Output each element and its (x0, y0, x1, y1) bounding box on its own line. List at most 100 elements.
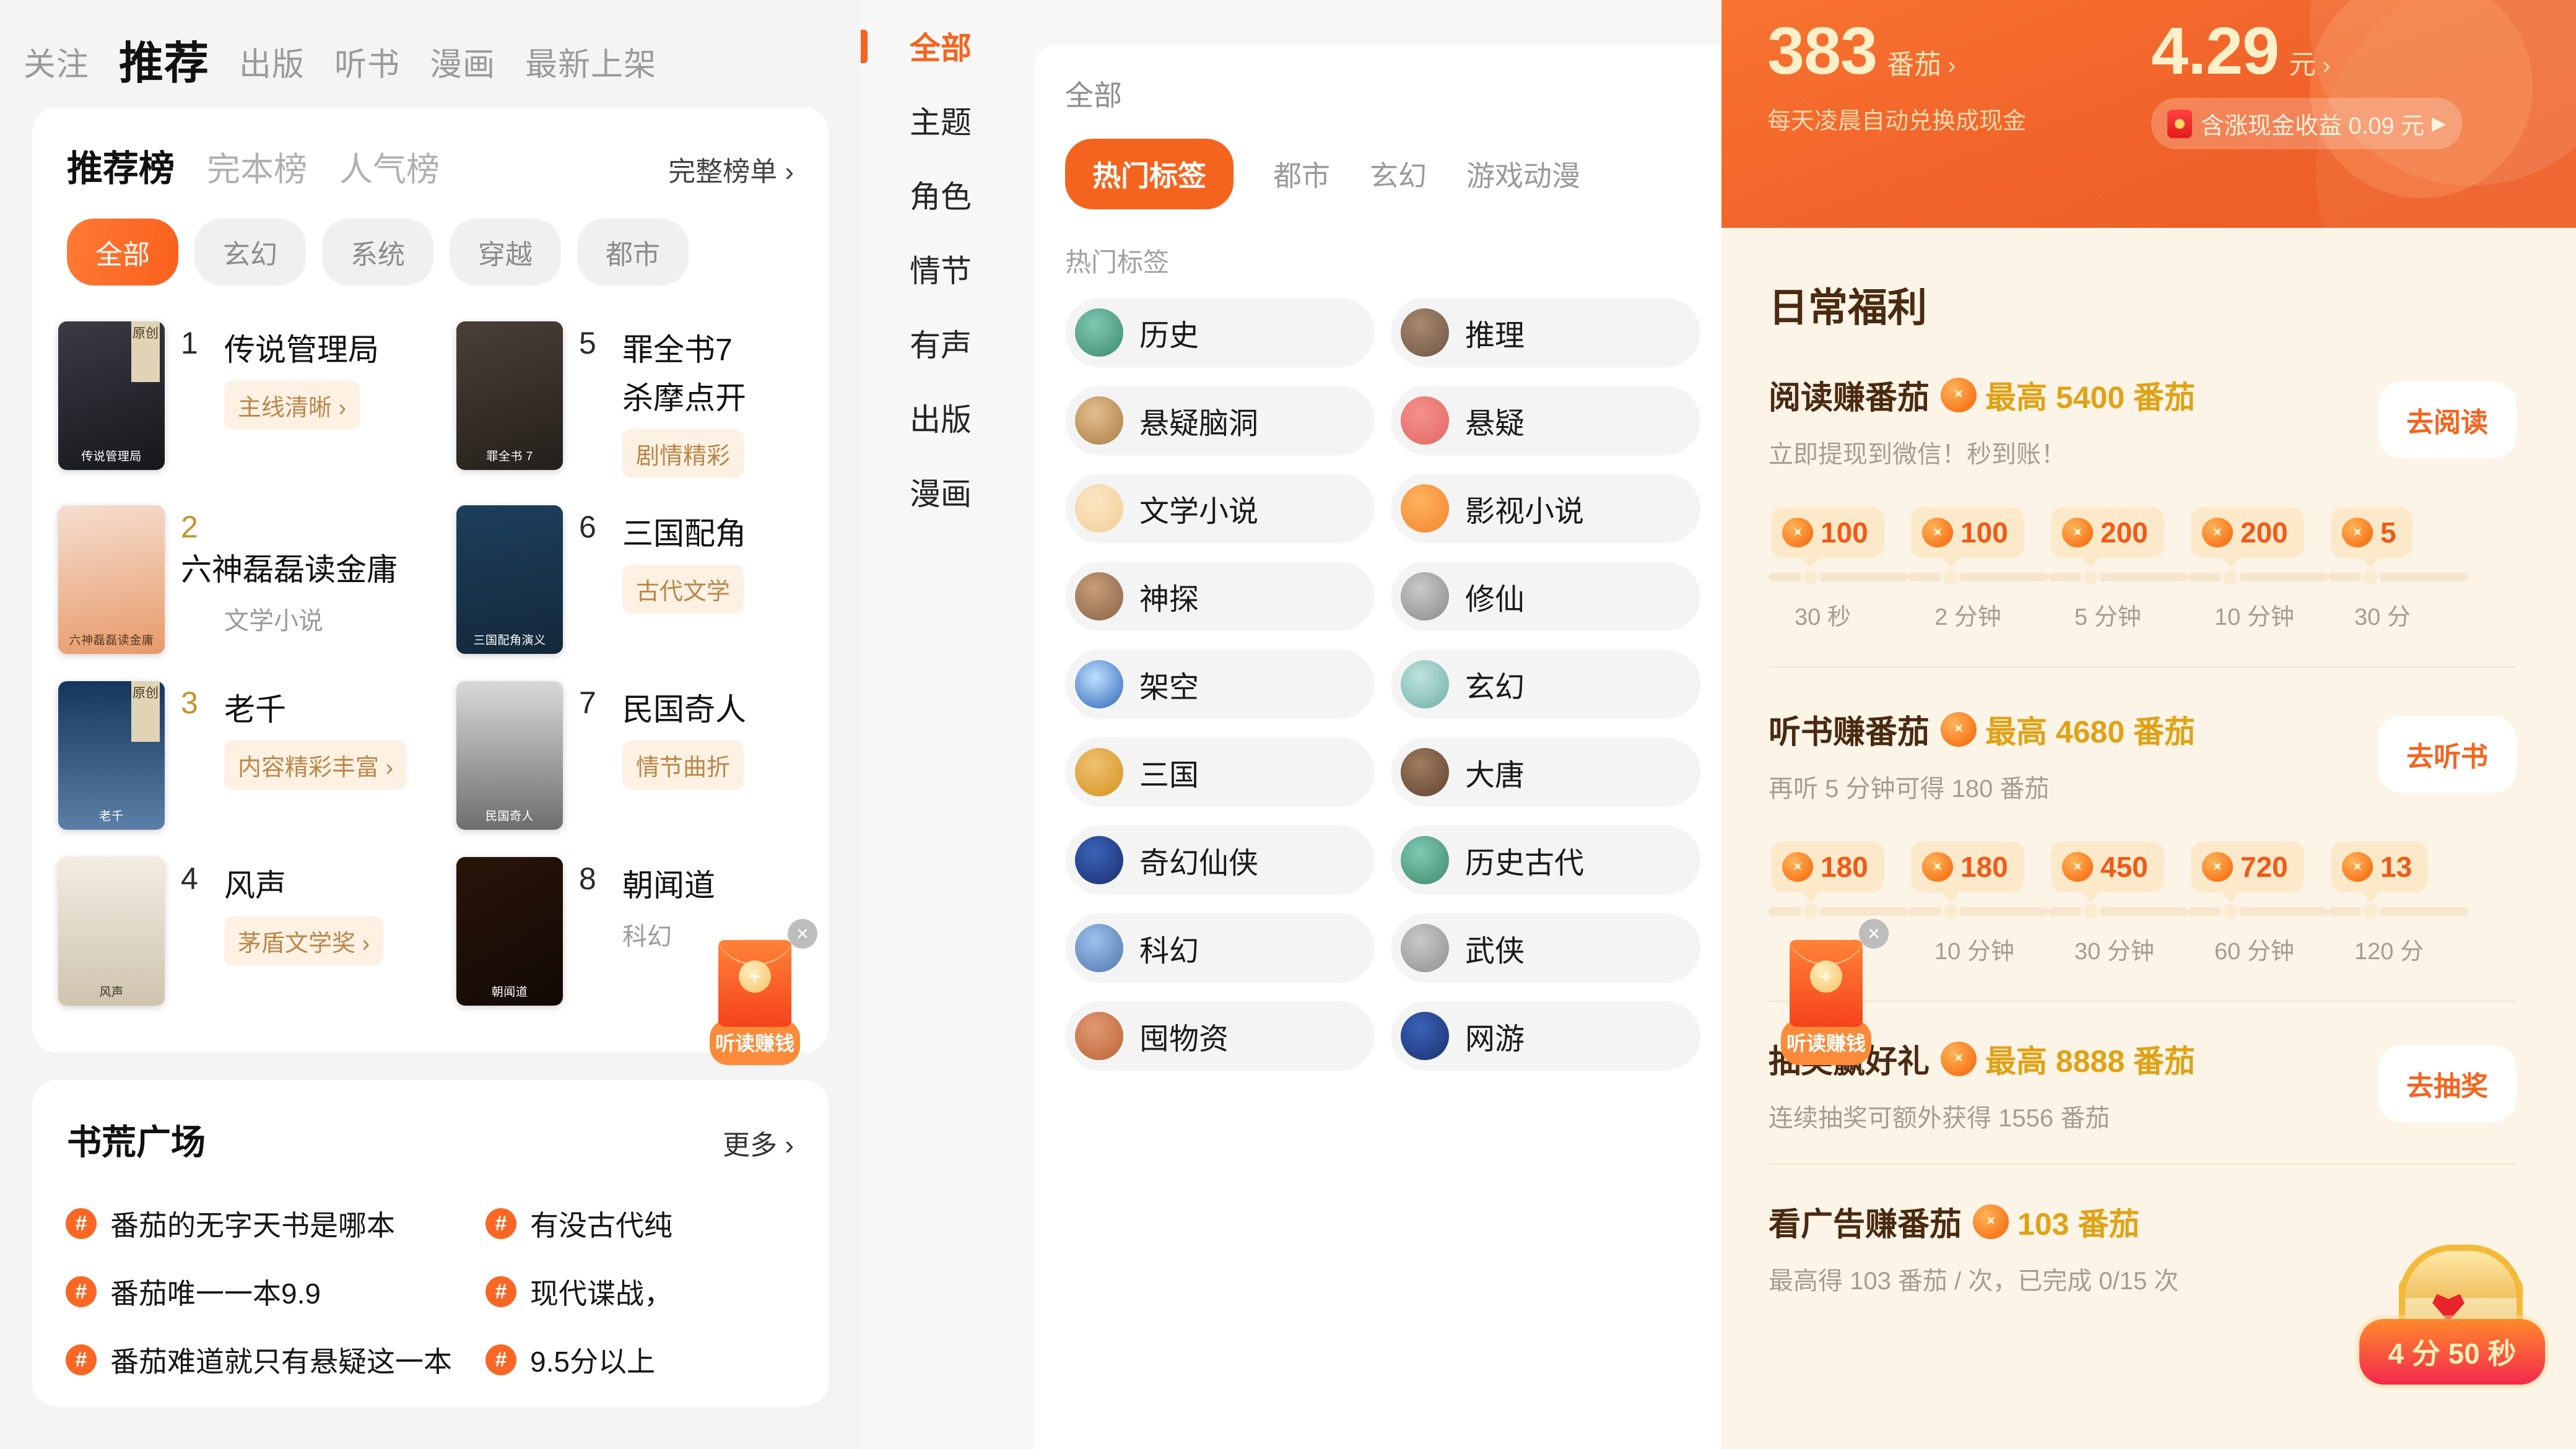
go-read-button[interactable]: 去阅读 (2378, 381, 2517, 458)
book-tag[interactable]: 剧情精彩 (622, 429, 744, 478)
sidebar-item-published[interactable]: 出版 (861, 380, 1020, 455)
cash-yield-badge[interactable]: 含涨现金收益 0.09 元 ▶ (2151, 98, 2463, 149)
go-lottery-button[interactable]: 去抽奖 (2378, 1045, 2517, 1122)
sidebar-item-role[interactable]: 角色 (861, 157, 1020, 232)
chip-dushi[interactable]: 都市 (577, 219, 689, 285)
rank-tab-popular[interactable]: 人气榜 (339, 142, 440, 191)
progress-track[interactable] (2328, 902, 2468, 921)
tag-label: 囤物资 (1139, 1023, 1229, 1056)
book-title[interactable]: 罪全书7 (622, 325, 733, 370)
book-tag[interactable]: 主线清晰 › (224, 381, 360, 430)
filter-xuanhuan[interactable]: 玄幻 (1370, 154, 1427, 194)
filter-hot-tags[interactable]: 热门标签 (1065, 139, 1234, 209)
table-row[interactable]: 民国奇人 7 民国奇人 情节曲折 (430, 668, 829, 843)
redpacket-float-mid[interactable]: × 听读赚钱 (1781, 919, 1889, 1065)
chip-chuanyue[interactable]: 穿越 (450, 219, 561, 285)
tag-wuxia[interactable]: 武侠 (1391, 913, 1700, 983)
book-title[interactable]: 朝闻道 (622, 861, 715, 905)
progress-track[interactable] (2048, 567, 2188, 587)
book-title[interactable]: 三国配角 (622, 509, 746, 554)
tag-history[interactable]: 历史 (1065, 298, 1375, 367)
progress-track[interactable] (2328, 567, 2468, 587)
table-row[interactable]: 风声 4 风声 茅盾文学奖 › (32, 843, 430, 1019)
book-tag[interactable]: 情节曲折 (622, 741, 744, 790)
tag-online-games[interactable]: 网游 (1391, 1001, 1700, 1071)
rank-tab-recommend[interactable]: 推荐榜 (67, 139, 175, 191)
book-title[interactable]: 六神磊磊读金庸 (181, 545, 398, 590)
tag-detective[interactable]: 神探 (1065, 562, 1375, 631)
sidebar-item-all[interactable]: 全部 (861, 9, 1020, 83)
tag-literary-fiction[interactable]: 文学小说 (1065, 474, 1375, 543)
tag-alternate-history[interactable]: 架空 (1065, 650, 1375, 719)
tag-film-fiction[interactable]: 影视小说 (1391, 474, 1700, 543)
plaza-header: 书荒广场 更多 › (32, 1080, 829, 1165)
redpacket-float-left[interactable]: × 听读赚钱 (710, 919, 817, 1065)
tag-three-kingdoms[interactable]: 三国 (1065, 738, 1375, 807)
tomato-balance[interactable]: 383 番茄 › 每天凌晨自动兑换成现金 (1767, 17, 2151, 149)
chip-all[interactable]: 全部 (67, 219, 178, 285)
list-item[interactable]: # 番茄的无字天书是哪本 (32, 1190, 452, 1258)
tag-tang-dynasty[interactable]: 大唐 (1391, 738, 1700, 807)
chip-xitong[interactable]: 系统 (322, 219, 433, 285)
tag-fantasy[interactable]: 玄幻 (1391, 650, 1700, 719)
tag-scifi[interactable]: 科幻 (1065, 913, 1375, 983)
table-row[interactable]: 原创 老千 3 老千 内容精彩丰富 › (32, 668, 430, 843)
full-ranking-link[interactable]: 完整榜单 › (668, 149, 794, 189)
tag-suspense[interactable]: 悬疑 (1391, 386, 1700, 455)
tab-chuban[interactable]: 出版 (239, 38, 305, 85)
progress-track[interactable] (2188, 902, 2328, 921)
table-row[interactable]: 三国配角演义 6 三国配角 古代文学 (430, 492, 829, 668)
sidebar-item-theme[interactable]: 主题 (861, 83, 1020, 157)
sidebar-item-plot[interactable]: 情节 (861, 232, 1020, 306)
filter-dushi[interactable]: 都市 (1273, 154, 1330, 194)
step-bubble: 13 (2331, 842, 2429, 902)
original-ribbon: 原创 (131, 681, 160, 742)
progress-track[interactable] (1769, 902, 1908, 921)
progress-track[interactable] (2048, 902, 2188, 921)
treasure-chest-widget[interactable]: 宝箱领看 4 分 50 秒 (2353, 1234, 2557, 1444)
list-item[interactable]: # 9.5分以上 (452, 1326, 829, 1394)
rank-tab-completed[interactable]: 完本榜 (207, 142, 307, 191)
table-row[interactable]: 六神磊磊读金庸 2六神磊磊读金庸 文学小说 (32, 492, 430, 668)
tab-tuijian[interactable]: 推荐 (119, 41, 209, 86)
tag-mystery-reason[interactable]: 推理 (1391, 298, 1700, 367)
book-meta: 8 朝闻道 科幻 (563, 857, 715, 952)
progress-track[interactable] (2188, 567, 2328, 587)
list-item[interactable]: # 番茄难道就只有悬疑这一本 (32, 1326, 452, 1394)
table-row[interactable]: 罪全书 7 5 罪全书7 杀摩点开 剧情精彩 (430, 308, 829, 492)
tab-zuixinshangjia[interactable]: 最新上架 (525, 38, 656, 85)
tab-manhua[interactable]: 漫画 (430, 38, 495, 85)
book-title[interactable]: 风声 (224, 861, 286, 905)
book-title[interactable]: 民国奇人 (622, 685, 746, 729)
tab-tingshu[interactable]: 听书 (334, 38, 400, 85)
book-tag[interactable]: 茅盾文学奖 › (224, 916, 384, 965)
book-tag[interactable]: 古代文学 (622, 565, 744, 614)
plaza-more-link[interactable]: 更多 › (723, 1123, 794, 1162)
list-item[interactable]: # 番茄唯一一本9.9 (32, 1258, 452, 1326)
tag-suspense-ideas[interactable]: 悬疑脑洞 (1065, 386, 1375, 455)
filter-game-anime[interactable]: 游戏动漫 (1466, 154, 1580, 194)
list-item[interactable]: # 有没古代纯 (452, 1190, 829, 1258)
book-tag[interactable]: 内容精彩丰富 › (224, 741, 407, 790)
chip-xuanhuan[interactable]: 玄幻 (194, 219, 306, 285)
tag-label: 武侠 (1465, 935, 1525, 968)
progress-track[interactable] (1908, 902, 2048, 921)
sidebar-item-comic[interactable]: 漫画 (861, 455, 1020, 529)
table-row[interactable]: 原创 传说管理局 1 传说管理局 主线清晰 › (32, 308, 430, 492)
progress-track[interactable] (1908, 567, 2048, 587)
tag-cultivation[interactable]: 修仙 (1391, 562, 1700, 631)
progress-track[interactable] (1769, 567, 1908, 587)
book-title[interactable]: 老千 (224, 685, 286, 729)
tag-stockpiling[interactable]: 囤物资 (1065, 1001, 1375, 1071)
book-title[interactable]: 传说管理局 (224, 325, 379, 370)
step-value: 13 (2380, 851, 2413, 883)
close-icon[interactable]: × (788, 919, 817, 949)
go-listen-button[interactable]: 去听书 (2378, 716, 2517, 793)
close-icon[interactable]: × (1859, 919, 1889, 949)
tag-ancient-history[interactable]: 历史古代 (1391, 825, 1700, 895)
cash-balance[interactable]: 4.29 元 › 含涨现金收益 0.09 元 ▶ (2151, 17, 2535, 149)
tab-guanzhu[interactable]: 关注 (24, 38, 89, 85)
sidebar-item-audio[interactable]: 有声 (861, 306, 1020, 380)
list-item[interactable]: # 现代谍战， (452, 1258, 829, 1326)
tag-fantasy-xianxia[interactable]: 奇幻仙侠 (1065, 825, 1375, 895)
